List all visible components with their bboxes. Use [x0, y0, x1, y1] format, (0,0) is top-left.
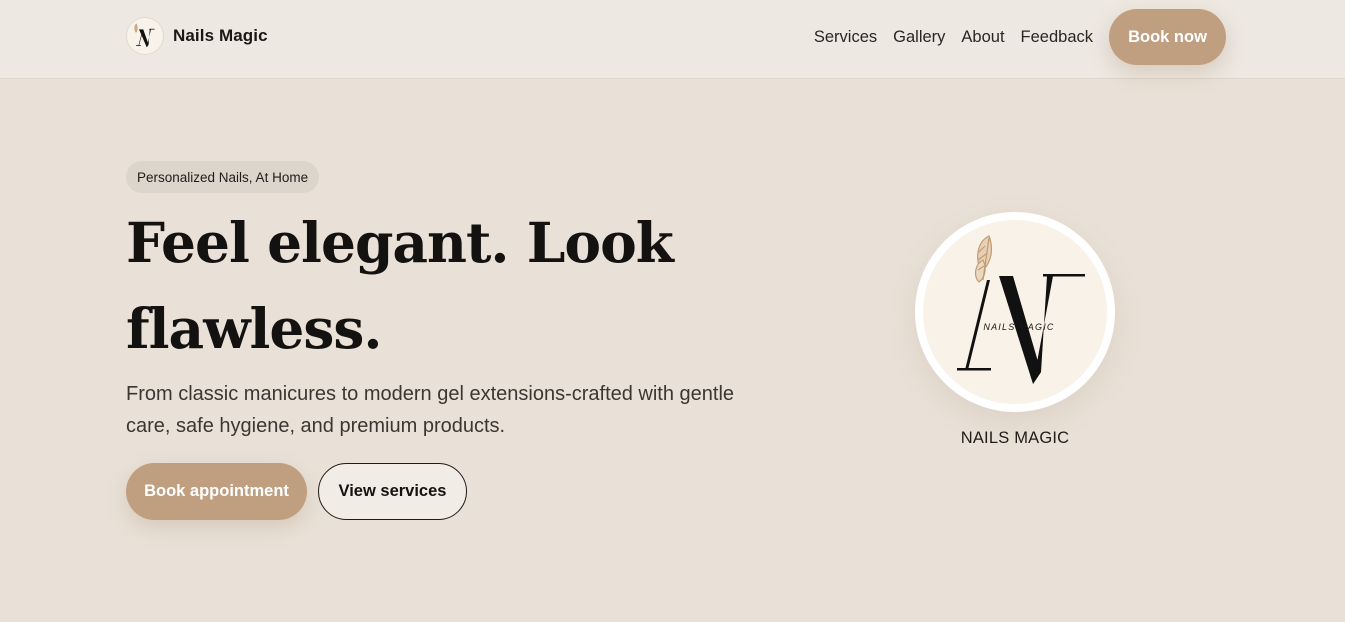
- site-header: Nails Magic Services Gallery About Feedb…: [0, 0, 1345, 79]
- logo-badge-caption: NAILS MAGIC: [960, 429, 1070, 447]
- nav-link-feedback[interactable]: Feedback: [1021, 28, 1093, 47]
- nails-magic-logo-icon: NAILS MAGIC: [923, 220, 1107, 404]
- logo-text: NAILS MAGIC: [983, 322, 1054, 332]
- butterfly-icon: [974, 235, 993, 283]
- nav-link-services[interactable]: Services: [814, 28, 877, 47]
- brand-link[interactable]: Nails Magic: [126, 17, 268, 55]
- nails-magic-logo-icon: [126, 17, 164, 55]
- logo-badge: NAILS MAGIC: [915, 212, 1115, 412]
- view-services-button[interactable]: View services: [318, 463, 467, 520]
- nav-link-gallery[interactable]: Gallery: [893, 28, 945, 47]
- hero-title-line-1: Feel elegant. Look: [126, 210, 674, 275]
- hero-title: Feel elegant. Look flawless.: [126, 200, 766, 372]
- hero-subtitle: From classic manicures to modern gel ext…: [126, 383, 735, 437]
- main-nav: Services Gallery About Feedback Book now: [814, 9, 1226, 65]
- book-appointment-button[interactable]: Book appointment: [126, 463, 307, 520]
- hero-title-line-2: flawless.: [126, 296, 382, 361]
- nav-link-about[interactable]: About: [961, 28, 1004, 47]
- hero-tagline-badge: Personalized Nails, At Home: [126, 161, 320, 193]
- book-now-button[interactable]: Book now: [1109, 9, 1226, 65]
- brand-name: Nails Magic: [173, 26, 268, 45]
